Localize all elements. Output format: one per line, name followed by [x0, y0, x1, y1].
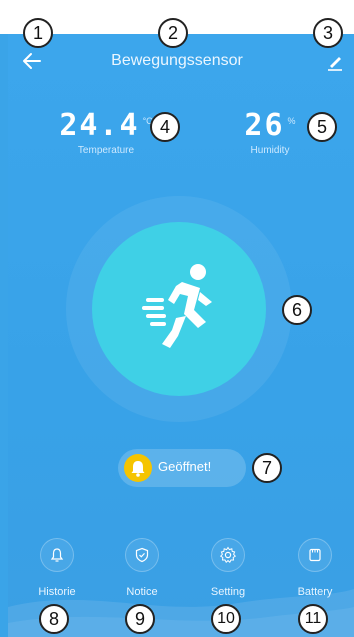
humidity-label: Humidity — [250, 145, 290, 156]
screen: Bewegungssensor 24.4 °C Temperature 26% H… — [0, 0, 354, 637]
temperature-label: Temperature — [77, 145, 135, 156]
humidity-value: 26 — [244, 108, 285, 143]
humidity-unit: % — [287, 116, 296, 126]
callout-badge: 3 — [313, 18, 343, 48]
callout-badge: 4 — [150, 112, 180, 142]
callout-badge: 2 — [158, 18, 188, 48]
callout-badge: 6 — [282, 295, 312, 325]
callout-badge: 10 — [211, 604, 241, 634]
nav-label: Setting — [210, 586, 246, 598]
nav-battery[interactable]: Battery — [285, 538, 345, 598]
callout-badge: 8 — [39, 604, 69, 634]
gear-icon — [211, 538, 245, 572]
sd-card-icon — [298, 538, 332, 572]
nav-label: Notice — [126, 586, 158, 598]
temperature-value: 24.4 — [59, 108, 140, 143]
callout-badge: 9 — [125, 604, 155, 634]
running-person-icon — [142, 264, 212, 348]
edit-icon[interactable] — [324, 50, 346, 72]
callout-badge: 5 — [307, 112, 337, 142]
bell-icon — [40, 538, 74, 572]
page-title: Bewegungssensor — [111, 52, 243, 69]
status-text: Geöffnet! — [158, 459, 212, 474]
nav-historie[interactable]: Historie — [27, 538, 87, 598]
callout-badge: 1 — [23, 18, 53, 48]
nav-setting[interactable]: Setting — [198, 538, 258, 598]
humidity-metric: 26% Humidity — [240, 108, 300, 156]
shield-icon — [125, 538, 159, 572]
callout-badge: 7 — [252, 453, 282, 483]
nav-label: Battery — [297, 586, 333, 598]
nav-notice[interactable]: Notice — [112, 538, 172, 598]
callout-badge: 11 — [298, 604, 328, 634]
temperature-metric: 24.4 °C Temperature — [56, 108, 156, 156]
alert-bell-icon — [124, 454, 152, 482]
nav-label: Historie — [38, 586, 76, 598]
